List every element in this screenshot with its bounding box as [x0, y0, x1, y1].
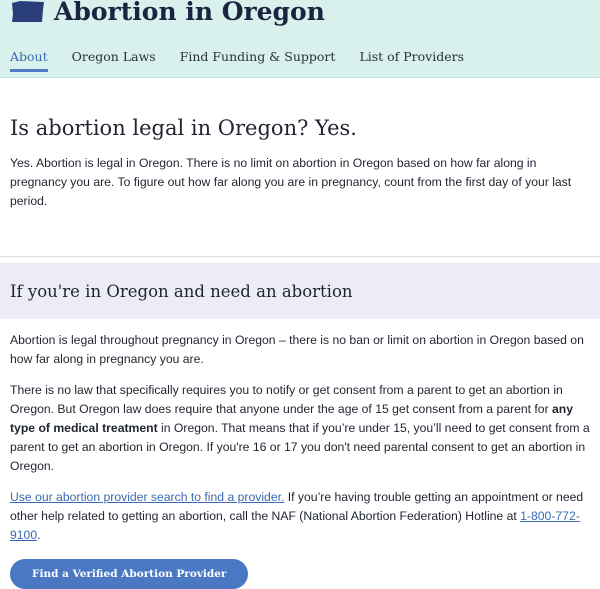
need-para-2-start: There is no law that specifically requir… [10, 383, 563, 416]
title-row: Abortion in Oregon [10, 0, 325, 30]
oregon-state-icon [12, 1, 44, 22]
nav-tabs: About Oregon Laws Find Funding & Support… [10, 49, 464, 72]
need-heading: If you're in Oregon and need an abortion [10, 281, 353, 301]
legal-heading: Is abortion legal in Oregon? Yes. [10, 116, 357, 140]
need-section-header: If you're in Oregon and need an abortion [0, 263, 600, 319]
legal-section: Is abortion legal in Oregon? Yes. Yes. A… [0, 78, 600, 257]
tab-oregon-laws[interactable]: Oregon Laws [72, 49, 156, 72]
tab-list-of-providers[interactable]: List of Providers [359, 49, 464, 72]
need-para-3-end: . [37, 528, 41, 542]
page-title: Abortion in Oregon [54, 0, 325, 26]
need-section-body: Abortion is legal throughout pregnancy i… [0, 319, 600, 589]
tab-funding-support[interactable]: Find Funding & Support [180, 49, 336, 72]
find-provider-button[interactable]: Find a Verified Abortion Provider [10, 559, 249, 589]
tab-about[interactable]: About [10, 49, 48, 72]
provider-search-link[interactable]: Use our abortion provider search to find… [10, 490, 284, 504]
need-para-1: Abortion is legal throughout pregnancy i… [10, 333, 584, 366]
legal-body: Yes. Abortion is legal in Oregon. There … [10, 156, 572, 208]
need-para-3: Use our abortion provider search to find… [10, 488, 590, 545]
need-para-2: There is no law that specifically requir… [10, 381, 590, 476]
site-header: Abortion in Oregon About Oregon Laws Fin… [0, 0, 600, 78]
